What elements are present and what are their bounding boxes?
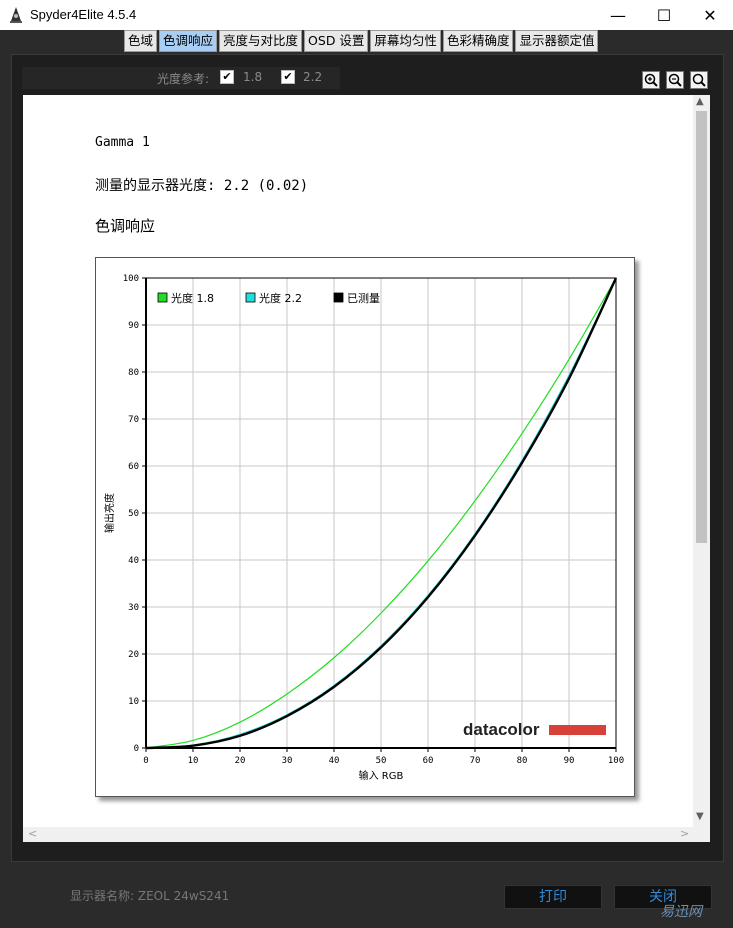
x-tick-label-8: 80 (517, 756, 528, 766)
tab-bar: 色域 色调响应 亮度与对比度 OSD 设置 屏幕均匀性 色彩精确度 显示器额定值 (124, 30, 600, 52)
x-axis-label: 输入 RGB (359, 769, 404, 782)
tab-gamut[interactable]: 色域 (124, 30, 158, 52)
y-axis-label: 输出亮度 (103, 493, 116, 533)
zoom-fit-icon (692, 73, 706, 87)
zoom-out-icon (668, 73, 682, 87)
tab-color-accuracy[interactable]: 色彩精确度 (442, 30, 514, 52)
y-tick-label-2: 20 (128, 650, 139, 660)
print-button[interactable]: 打印 (504, 885, 602, 909)
minimize-button[interactable]: — (595, 0, 641, 30)
gamma-reference-label: 光度参考: (157, 72, 210, 86)
tab-osd-settings[interactable]: OSD 设置 (304, 30, 369, 52)
x-tick-label-2: 20 (235, 756, 246, 766)
legend-swatch-0 (157, 292, 168, 303)
y-tick-label-4: 40 (128, 556, 139, 566)
gamma-1-8-label: 1.8 (243, 70, 263, 84)
y-tick-label-7: 70 (128, 415, 139, 425)
tab-screen-uniformity[interactable]: 屏幕均匀性 (370, 30, 441, 52)
scroll-down-icon[interactable]: ▼ (696, 811, 704, 822)
tone-response-chart: 0 10 20 30 40 50 60 70 80 90 100 0 10 20 30 40 50 60 70 80 9… (95, 257, 635, 797)
scroll-up-icon[interactable]: ▲ (696, 96, 704, 107)
spyder-app-icon (10, 7, 22, 23)
x-tick-label-6: 60 (423, 756, 434, 766)
gamma-2-2-label: 2.2 (303, 70, 323, 84)
x-tick-label-5: 50 (376, 756, 387, 766)
section-title: 色调响应 (95, 217, 156, 235)
window-title: Spyder4Elite 4.5.4 (30, 7, 137, 22)
x-tick-label-7: 70 (470, 756, 481, 766)
measured-gamma-text: 测量的显示器光度: 2.2 (0.02) (95, 178, 309, 194)
vertical-scroll-thumb[interactable] (696, 111, 707, 543)
close-window-button[interactable]: ✕ (687, 0, 733, 30)
vertical-scrollbar[interactable]: ▲ ▼ (693, 95, 710, 827)
x-tick-label-3: 30 (282, 756, 293, 766)
display-name-label: 显示器名称: ZEOL 24wS241 (70, 889, 230, 903)
zoom-in-button[interactable] (642, 71, 660, 89)
x-tick-label-1: 10 (188, 756, 199, 766)
report-heading: Gamma 1 (95, 135, 150, 150)
gamma-2-2-checkbox[interactable]: ✔ (281, 70, 295, 84)
report-page: Gamma 1 测量的显示器光度: 2.2 (0.02) 色调响应 0 10 20 3… (23, 95, 693, 827)
legend-label-2: 已测量 (347, 292, 380, 305)
y-tick-label-8: 80 (128, 368, 139, 378)
horizontal-scrollbar[interactable]: < > (23, 827, 693, 842)
scrollbar-corner (693, 827, 710, 842)
y-tick-label-10: 100 (123, 274, 139, 284)
scroll-left-icon[interactable]: < (28, 827, 37, 840)
y-tick-label-1: 10 (128, 697, 139, 707)
maximize-button[interactable]: ☐ (641, 0, 687, 30)
datacolor-logo-bar (549, 725, 606, 735)
tab-display-rating[interactable]: 显示器额定值 (515, 30, 599, 52)
watermark: 易迅网 (660, 904, 702, 920)
datacolor-logo-text: datacolor (463, 720, 540, 739)
x-tick-label-4: 40 (329, 756, 340, 766)
tab-brightness-contrast[interactable]: 亮度与对比度 (219, 30, 303, 52)
scroll-right-icon[interactable]: > (680, 827, 689, 840)
y-tick-label-5: 50 (128, 509, 139, 519)
zoom-in-icon (644, 73, 658, 87)
y-tick-label-6: 60 (128, 462, 139, 472)
legend-label-1: 光度 2.2 (259, 291, 302, 305)
x-tick-label-9: 90 (564, 756, 575, 766)
tab-tone-response[interactable]: 色调响应 (159, 30, 218, 52)
legend-swatch-1 (245, 292, 256, 303)
title-bar: Spyder4Elite 4.5.4 — ☐ ✕ (0, 0, 733, 30)
gamma-1-8-checkbox[interactable]: ✔ (220, 70, 234, 84)
x-tick-label-0: 0 (143, 756, 148, 766)
zoom-fit-button[interactable] (690, 71, 708, 89)
legend-swatch-2 (333, 292, 344, 303)
y-tick-label-3: 30 (128, 603, 139, 613)
chart-svg: 0 10 20 30 40 50 60 70 80 90 100 0 10 20 30 40 50 60 70 80 9… (103, 274, 624, 782)
x-tick-label-10: 100 (608, 756, 624, 766)
legend-label-0: 光度 1.8 (171, 291, 214, 305)
y-tick-label-0: 0 (134, 744, 139, 754)
zoom-out-button[interactable] (666, 71, 684, 89)
y-tick-label-9: 90 (128, 321, 139, 331)
